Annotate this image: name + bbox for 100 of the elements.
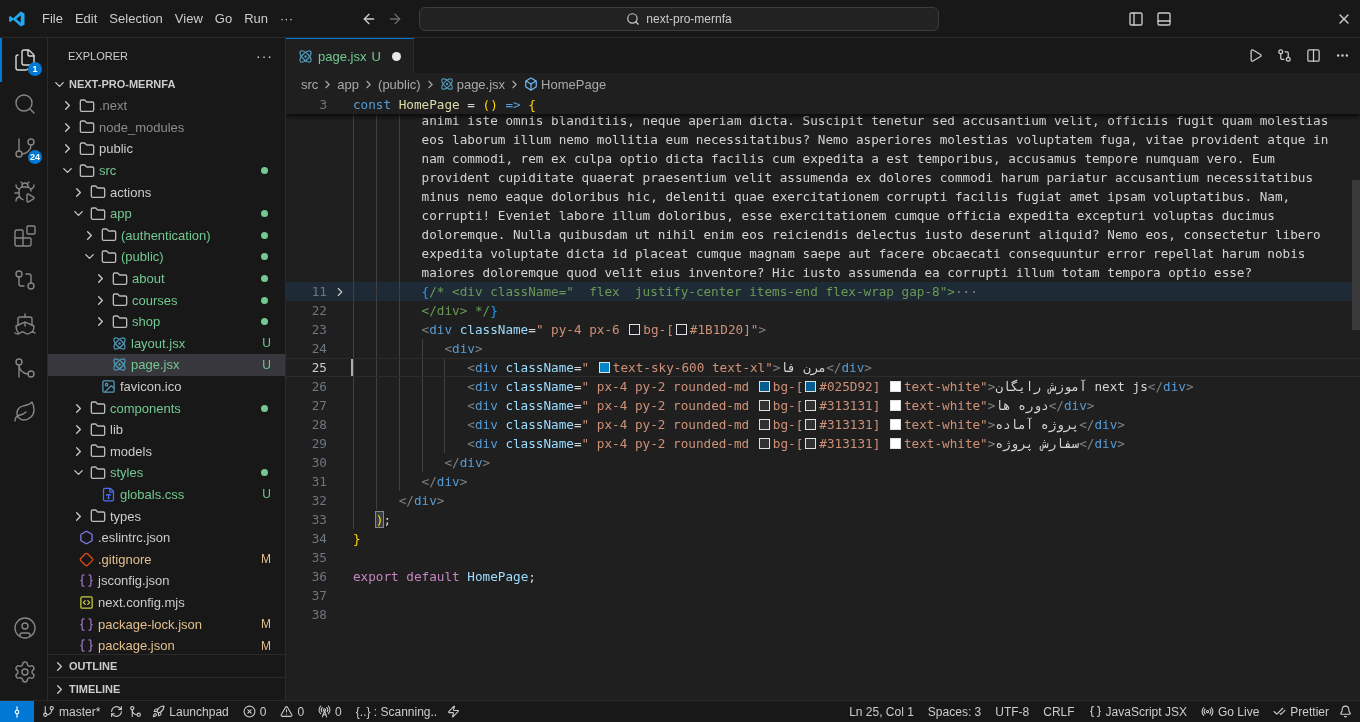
color-swatch[interactable]: [889, 381, 901, 392]
status-item[interactable]: 0: [274, 701, 311, 722]
status-item[interactable]: 0: [312, 701, 348, 722]
code-text: eos laborum illum nemo mollitia eum necessitatibus? Nemo asperiores molestias voluptatem fuga, vitae provident atque in: [421, 131, 1329, 149]
folder-icon: [90, 205, 106, 222]
breadcrumb[interactable]: page.jsx: [456, 76, 506, 92]
file-row[interactable]: favicon.ico: [48, 375, 285, 398]
blocks-icon: [12, 224, 37, 248]
folder-row[interactable]: (authentication): [48, 224, 285, 247]
file-row[interactable]: page.jsx U: [48, 354, 285, 376]
file-row[interactable]: .gitignore M: [48, 548, 285, 571]
folder-row[interactable]: public: [48, 138, 285, 160]
branch-icon: [42, 705, 55, 718]
menu-item[interactable]: Go: [208, 7, 239, 30]
compare-icon[interactable]: [1275, 46, 1294, 65]
status-item[interactable]: Ln 25, Col 1: [843, 701, 920, 722]
folder-row[interactable]: node_modules: [48, 116, 285, 139]
color-swatch[interactable]: [889, 400, 901, 411]
breadcrumb[interactable]: (public): [378, 76, 421, 92]
account-icon: [12, 616, 37, 640]
folder-name: (authentication): [121, 227, 212, 243]
editor-tab[interactable]: page.jsx U: [286, 38, 414, 73]
color-swatch[interactable]: [889, 419, 901, 430]
more-actions[interactable]: ···: [256, 47, 273, 64]
menu-item[interactable]: View: [168, 7, 209, 30]
folder-row[interactable]: src: [48, 159, 285, 182]
warning-icon: [280, 705, 294, 718]
file-row[interactable]: globals.css U: [48, 483, 285, 506]
ship-icon: [12, 312, 37, 336]
bell-icon[interactable]: [1337, 703, 1354, 720]
status-item[interactable]: Go Live: [1194, 701, 1266, 722]
folder-row[interactable]: components: [48, 397, 285, 419]
code-text: <div className=" px-4 py-2 rounded-md: [467, 435, 751, 453]
remote-button[interactable]: [0, 700, 34, 722]
count-badge: 24: [28, 150, 42, 164]
color-swatch[interactable]: [889, 438, 901, 449]
status-item[interactable]: Prettier: [1267, 701, 1335, 722]
project-header[interactable]: NEXT-PRO-MERNFA: [48, 73, 285, 95]
line-number: 36: [310, 568, 327, 586]
file-row[interactable]: package-lock.json M: [48, 613, 285, 635]
color-swatch[interactable]: [758, 381, 770, 392]
folder-row[interactable]: styles: [48, 462, 285, 484]
status-item[interactable]: Launchpad: [146, 701, 235, 722]
breadcrumb[interactable]: app: [337, 76, 360, 92]
color-swatch[interactable]: [805, 400, 817, 411]
color-swatch[interactable]: [598, 362, 610, 373]
split-editor-icon[interactable]: [1304, 46, 1323, 65]
folder-row[interactable]: .next: [48, 95, 285, 117]
breadcrumb[interactable]: HomePage: [541, 76, 607, 92]
color-swatch[interactable]: [758, 400, 770, 411]
search-field[interactable]: next-pro-mernfa: [419, 6, 939, 31]
menu-item[interactable]: Run: [238, 7, 274, 30]
section-header[interactable]: OUTLINE: [48, 654, 285, 677]
menu-item[interactable]: Edit: [68, 7, 104, 30]
folder-row[interactable]: shop: [48, 310, 285, 333]
code-text: corrupti! Eveniet labore illum doloribus, esse exercitationem cumque officia expedita excepturi voluptas ducimus: [421, 207, 1275, 225]
folder-row[interactable]: app: [48, 202, 285, 225]
line-number: 30: [310, 454, 327, 472]
folder-row[interactable]: lib: [48, 418, 285, 441]
file-row[interactable]: package.json M: [48, 634, 285, 654]
folder-row[interactable]: courses: [48, 289, 285, 311]
breadcrumb[interactable]: src: [301, 76, 319, 92]
color-swatch[interactable]: [758, 438, 770, 449]
status-item[interactable]: UTF-8: [989, 701, 1036, 722]
menu-item[interactable]: File: [36, 7, 69, 30]
status-item[interactable]: {..} : Scanning..: [349, 701, 444, 722]
color-swatch[interactable]: [758, 419, 770, 430]
status-item[interactable]: master*: [36, 701, 107, 722]
file-row[interactable]: next.config.mjs: [48, 591, 285, 614]
color-swatch[interactable]: [629, 324, 641, 335]
status-item[interactable]: 0: [236, 701, 273, 722]
color-swatch[interactable]: [805, 381, 817, 392]
file-row[interactable]: .eslintrc.json: [48, 526, 285, 549]
folder-name: lib: [110, 422, 124, 438]
file-row[interactable]: layout.jsx U: [48, 332, 285, 355]
folder-row[interactable]: (public): [48, 246, 285, 268]
status-item[interactable]: Spaces: 3: [921, 701, 988, 722]
folder-row[interactable]: types: [48, 505, 285, 527]
folder-row[interactable]: actions: [48, 181, 285, 203]
status-item[interactable]: JavaScript JSX: [1082, 701, 1193, 722]
branch-tab[interactable]: 24: [0, 126, 47, 170]
git-status: U: [262, 357, 271, 372]
more-menu[interactable]: ···: [274, 7, 299, 30]
status-item[interactable]: CRLF: [1037, 701, 1081, 722]
git-status: M: [261, 617, 271, 632]
color-swatch[interactable]: [675, 324, 687, 335]
folder-row[interactable]: models: [48, 440, 285, 463]
merge-icon: [12, 356, 37, 380]
git-status: U: [262, 487, 271, 502]
code-text: minus nemo eaque doloribus hic, deleniti quae exercitationem corrupti facilis fugiat amet ipsam voluptatibus. Nam,: [421, 188, 1291, 206]
git-status: U: [262, 336, 271, 351]
menu-item[interactable]: Selection: [103, 7, 169, 30]
code-text: expedita voluptate dicta id placeat cumque magnam saepe aut facere obcaecati consequuntur error repellat harum nobis: [421, 245, 1306, 263]
folder-row[interactable]: about: [48, 267, 285, 290]
color-swatch[interactable]: [805, 419, 817, 430]
color-swatch[interactable]: [805, 438, 817, 449]
line-number: 28: [310, 416, 327, 434]
folder-name: node_modules: [99, 119, 186, 135]
scrollbar-thumb[interactable]: [1352, 180, 1360, 330]
file-row[interactable]: jsconfig.json: [48, 570, 285, 592]
